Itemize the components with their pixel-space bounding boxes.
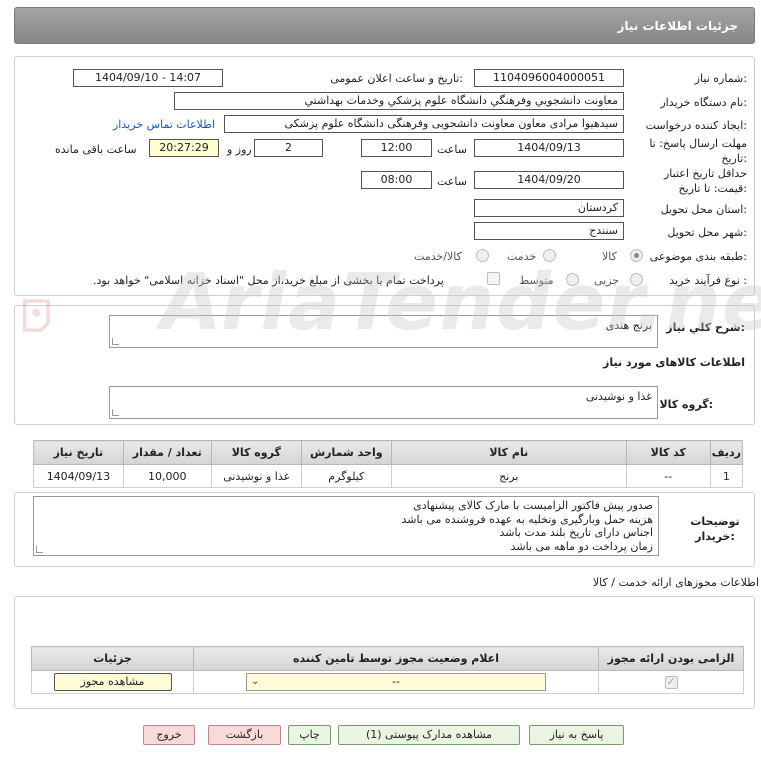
cell-code: --: [625, 464, 711, 488]
table-row[interactable]: 1 -- برنج کیلوگرم غذا و نوشیدنی 10,000 1…: [33, 464, 744, 488]
back-button[interactable]: بازگشت: [208, 725, 281, 745]
col-unit: واحد شمارش: [300, 440, 392, 465]
validity-time-label: ساعت: [437, 175, 467, 188]
permit-status-select[interactable]: -- ⌄: [246, 673, 546, 691]
process-label: نوع فرآیند خرید :: [669, 274, 747, 287]
requester-label: ایجاد کننده درخواست:: [645, 119, 747, 132]
summary-textarea[interactable]: برنج هندی: [109, 315, 658, 348]
check-icon: ✓: [666, 674, 676, 688]
cell-qty: 10,000: [122, 464, 212, 488]
announce-label: تاریخ و ساعت اعلان عمومی:: [330, 72, 463, 85]
category-radio-service[interactable]: [543, 249, 556, 262]
permits-title: اطلاعات مجوزهای ارائه خدمت / کالا: [592, 576, 759, 589]
deadline-time-label: ساعت: [437, 143, 467, 156]
treasury-payment-note: پرداخت تمام یا بخشی از مبلغ خرید،از محل …: [93, 274, 444, 287]
page-title: جزئیات اطلاعات نیاز: [617, 19, 738, 33]
treasury-payment-checkbox[interactable]: [487, 272, 500, 285]
permit-details-cell: مشاهده مجوز: [31, 670, 194, 694]
items-table: ردیف کد کالا نام کالا واحد شمارش گروه کا…: [33, 440, 744, 488]
col-row: ردیف: [709, 440, 744, 465]
cell-date: 1404/09/13: [33, 464, 124, 488]
attachments-button[interactable]: مشاهده مدارک پیوستی (1): [338, 725, 520, 745]
category-radio-goods-service[interactable]: [476, 249, 489, 262]
summary-text: برنج هندی: [605, 319, 652, 332]
city-field[interactable]: سنندج: [474, 222, 624, 240]
exit-button[interactable]: خروج: [143, 725, 195, 745]
page-header: جزئیات اطلاعات نیاز: [14, 7, 755, 44]
col-code: کد کالا: [625, 440, 711, 465]
goods-info-title: اطلاعات کالاهای مورد نیاز: [603, 356, 745, 369]
buyer-note-line-2: هزینه حمل وبارگیری وتخلیه به عهده فروشند…: [401, 512, 653, 526]
category-label: طبقه بندی موضوعی:: [649, 250, 747, 263]
buyer-notes-textarea[interactable]: صدور پیش فاکتور الزامیست با مارک کالای پ…: [33, 496, 659, 556]
buyer-notes-label: توضیحات خریدار:: [690, 515, 740, 543]
col-name: نام کالا: [390, 440, 627, 465]
cell-row: 1: [709, 464, 744, 488]
days-field[interactable]: 2: [254, 139, 323, 157]
contact-buyer-link[interactable]: اطلاعات تماس خریدار: [113, 118, 215, 131]
buyer-org-label: نام دستگاه خریدار:: [660, 96, 747, 109]
col-permit-required: الزامی بودن ارائه مجوز: [598, 646, 744, 671]
remaining-label: ساعت باقی مانده: [55, 143, 137, 156]
process-option-medium: متوسط: [519, 274, 554, 287]
permits-table-header: الزامی بودن ارائه مجوز اعلام وضعیت مجوز …: [31, 646, 744, 671]
buyer-note-line-1: صدور پیش فاکتور الزامیست با مارک کالای پ…: [413, 499, 653, 512]
goods-group-label: گروه کالا:: [659, 398, 713, 411]
summary-label: شرح کلي نياز:: [666, 321, 745, 334]
print-button[interactable]: چاپ: [288, 725, 331, 745]
goods-group-textarea[interactable]: غذا و نوشیدنی: [109, 386, 658, 419]
need-number-field[interactable]: 1104096004000051: [474, 69, 624, 87]
validity-time-field[interactable]: 08:00: [361, 171, 432, 189]
province-field[interactable]: کردستان: [474, 199, 624, 217]
deadline-time-field[interactable]: 12:00: [361, 139, 432, 157]
items-table-header: ردیف کد کالا نام کالا واحد شمارش گروه کا…: [33, 440, 744, 465]
col-group: گروه کالا: [210, 440, 302, 465]
announce-field[interactable]: 1404/09/10 - 14:07: [73, 69, 223, 87]
need-number-label: شماره نیاز:: [694, 72, 747, 85]
deadline-date-field[interactable]: 1404/09/13: [474, 139, 624, 157]
days-label: روز و: [227, 143, 252, 156]
process-option-minor: جزیی: [594, 274, 620, 287]
cell-name: برنج: [390, 464, 627, 488]
buyer-org-field[interactable]: معاونت دانشجويي وفرهنگي دانشگاه علوم پزش…: [174, 92, 624, 110]
cell-unit: کیلوگرم: [300, 464, 392, 488]
validity-label: حداقل تاریخ اعتبار قیمت: تا تاریخ:: [663, 167, 747, 195]
validity-date-field[interactable]: 1404/09/20: [474, 171, 624, 189]
col-date: تاریخ نیاز: [33, 440, 124, 465]
city-label: شهر محل تحویل:: [667, 226, 747, 239]
cell-group: غذا و نوشیدنی: [210, 464, 302, 488]
category-option-service: خدمت: [507, 250, 537, 263]
permit-status-value: --: [392, 675, 400, 688]
permits-table: الزامی بودن ارائه مجوز اعلام وضعیت مجوز …: [31, 646, 744, 694]
permit-required-cell: ✓: [598, 670, 744, 694]
col-permit-details: جزئیات: [31, 646, 194, 671]
buyer-note-line-3: اجناس دارای تاریخ بلند مدت باشد: [499, 526, 653, 539]
col-permit-status: اعلام وضعیت مجوز توسط تامین کننده: [193, 646, 599, 671]
process-radio-medium[interactable]: [566, 273, 579, 286]
reply-button[interactable]: پاسخ به نیاز: [529, 725, 624, 745]
goods-group-text: غذا و نوشیدنی: [585, 390, 652, 403]
deadline-label: مهلت ارسال پاسخ: تا تاریخ:: [649, 137, 747, 165]
remaining-time-field[interactable]: 20:27:29: [149, 139, 219, 157]
table-row: ✓ -- ⌄ مشاهده مجوز: [31, 670, 744, 694]
permit-status-cell: -- ⌄: [193, 670, 599, 694]
process-radio-minor[interactable]: [630, 273, 643, 286]
province-label: استان محل تحویل:: [660, 203, 747, 216]
buyer-note-line-4: زمان پرداخت دو ماهه می باشد: [510, 539, 653, 553]
chevron-down-icon: ⌄: [251, 676, 260, 687]
category-option-goods: کالا: [602, 250, 617, 263]
requester-field[interactable]: سیدهیوا مرادی معاون معاونت دانشجویی وفره…: [224, 115, 624, 133]
view-permit-button[interactable]: مشاهده مجوز: [53, 673, 172, 691]
category-option-goods-service: کالا/خدمت: [414, 250, 462, 263]
category-radio-goods[interactable]: [630, 249, 643, 262]
permit-required-checkbox[interactable]: ✓: [664, 674, 678, 689]
col-qty: تعداد / مقدار: [122, 440, 212, 465]
